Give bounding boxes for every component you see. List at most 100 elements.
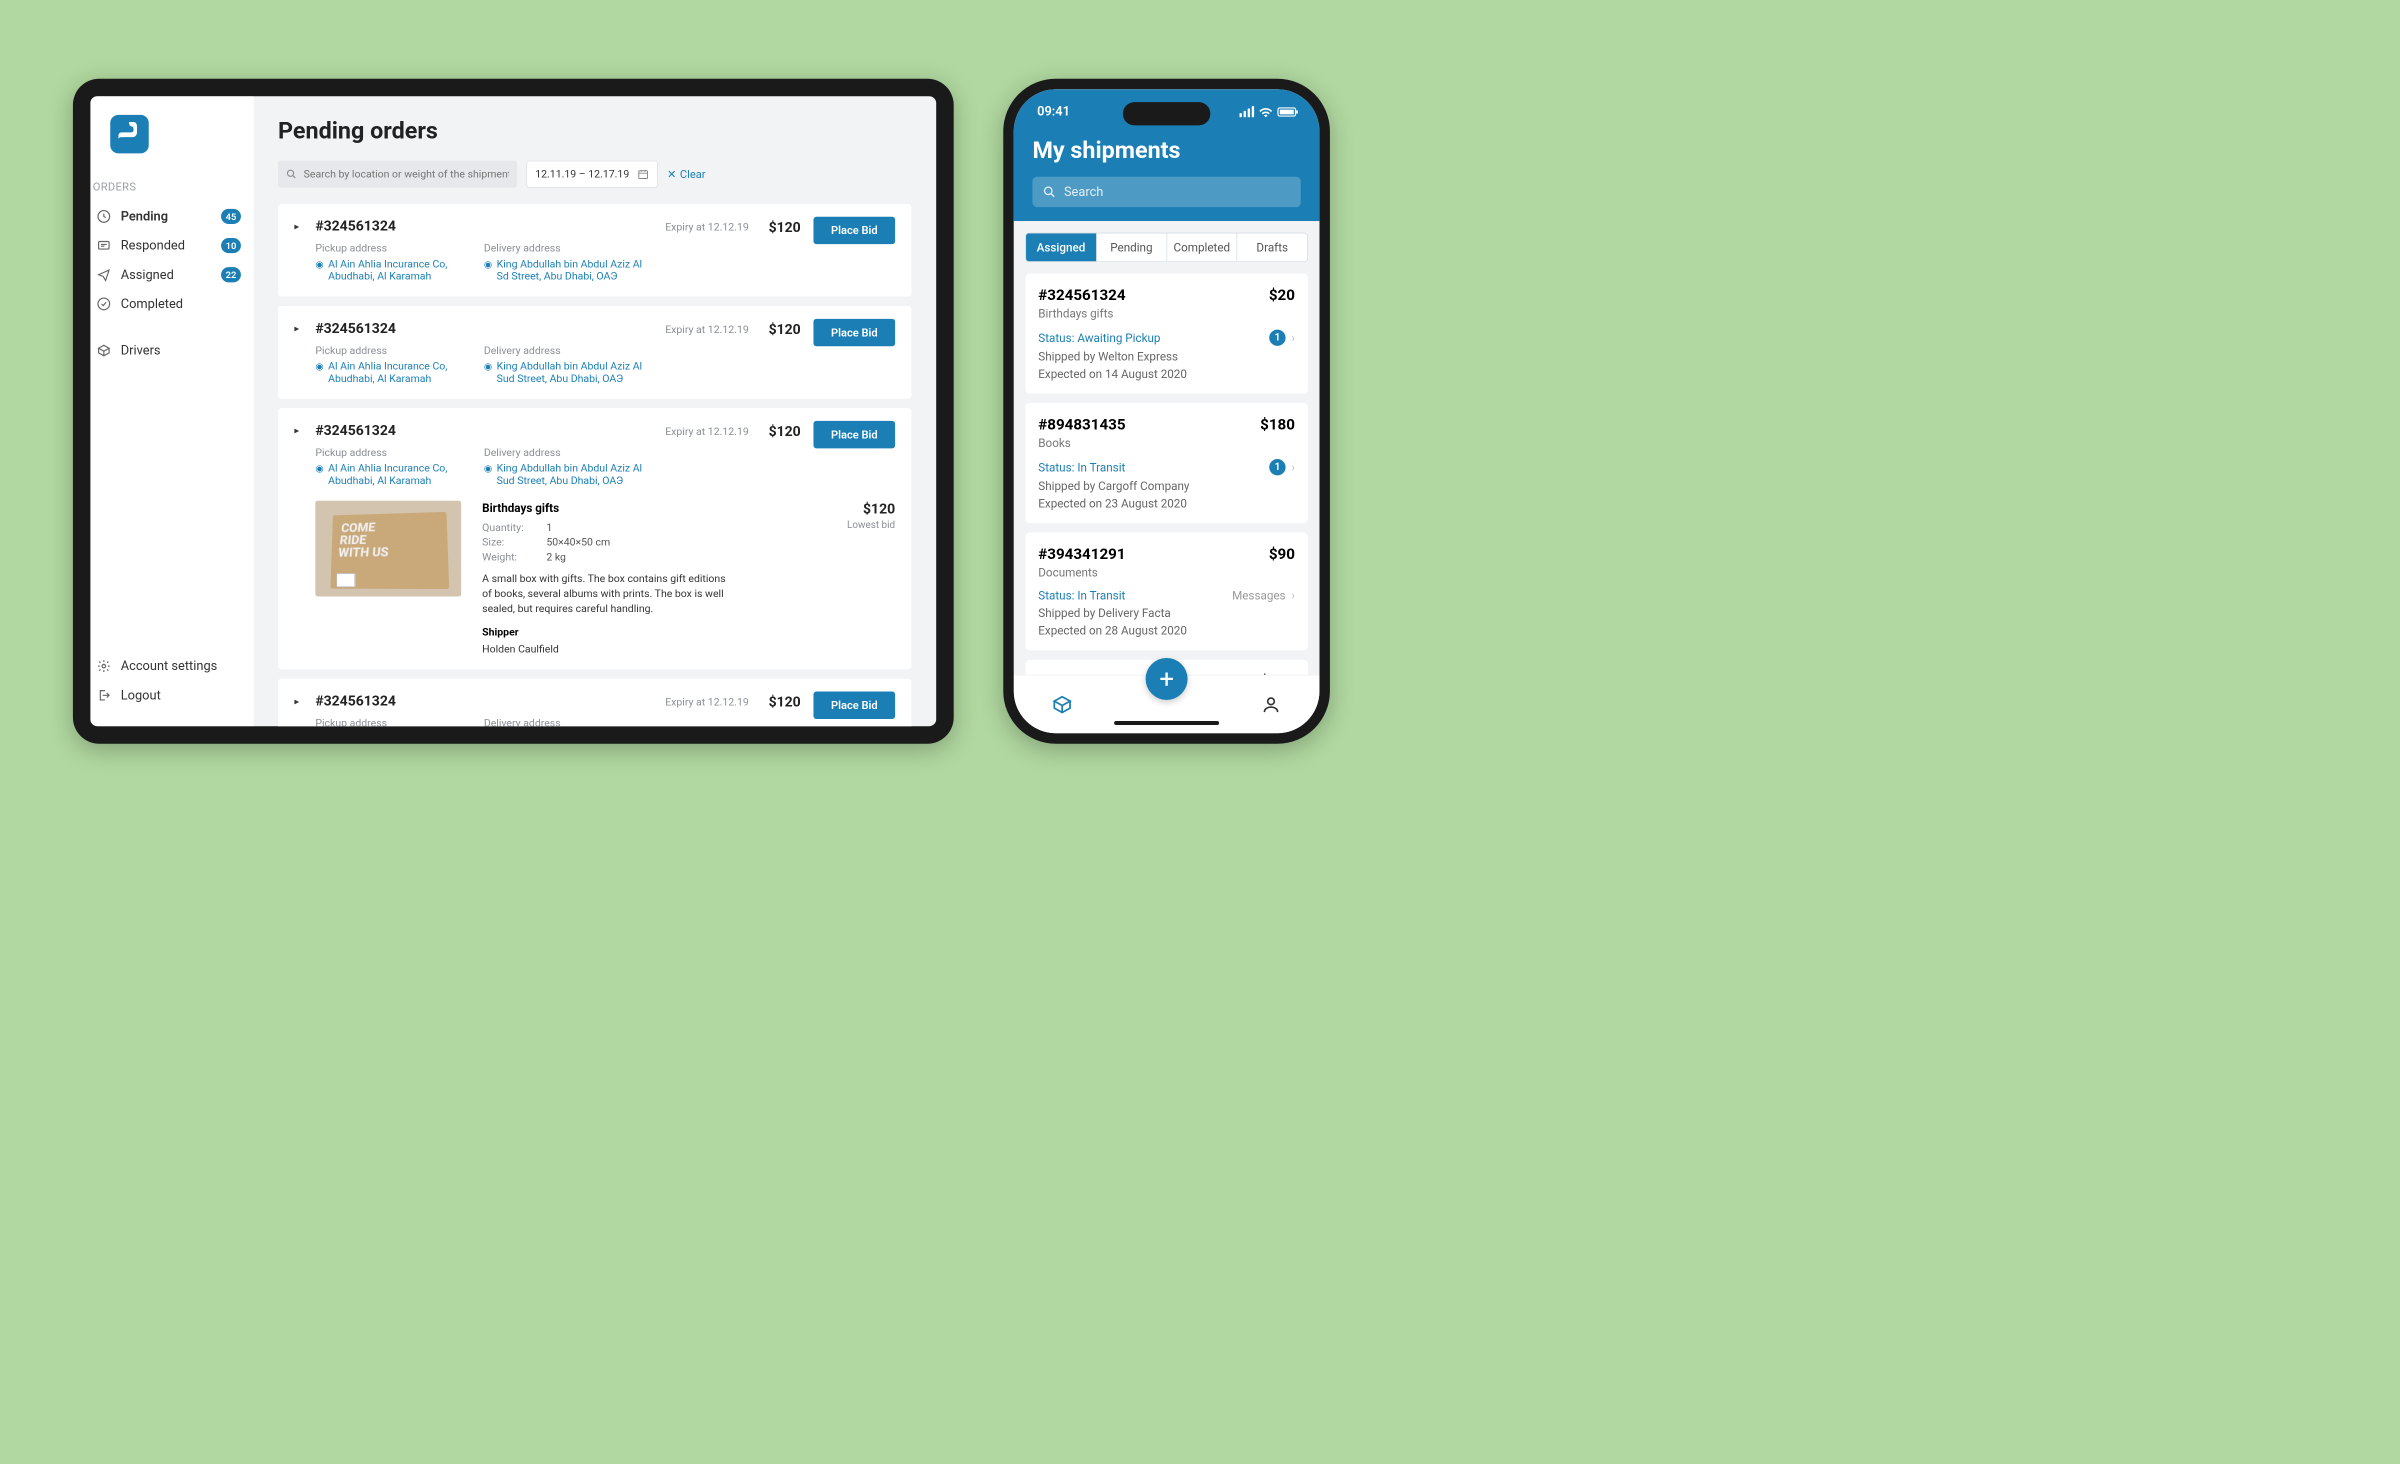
delivery-address[interactable]: ◉King Abdullah bin Abdul Aziz Al Sd Stre…	[484, 258, 653, 282]
search-icon	[286, 169, 296, 179]
search-box[interactable]	[278, 161, 517, 188]
pickup-label: Pickup address	[316, 243, 485, 255]
shipment-card[interactable]: #324561324$20 Birthdays gifts Status: Aw…	[1025, 274, 1307, 394]
home-indicator	[1114, 721, 1219, 725]
tab-completed[interactable]: Completed	[1167, 233, 1237, 261]
nav-shipments-icon[interactable]	[1049, 692, 1075, 718]
messages-label: Messages	[1232, 589, 1286, 603]
place-bid-button[interactable]: Place Bid	[814, 692, 896, 719]
shipment-eta: Expected on 28 August 2020	[1038, 624, 1295, 638]
pin-icon: ◉	[316, 360, 324, 384]
tab-pending[interactable]: Pending	[1096, 233, 1166, 261]
order-price: $120	[769, 423, 801, 439]
sidebar: ORDERS Pending 45 Responded 10 Assigned …	[90, 96, 253, 726]
pin-icon: ◉	[316, 258, 324, 282]
fab-add-button[interactable]: +	[1146, 658, 1188, 700]
message-icon	[96, 238, 111, 253]
expand-chevron-icon[interactable]: ▸	[295, 218, 303, 232]
detail-title: Birthdays gifts	[482, 501, 826, 515]
expand-chevron-icon[interactable]: ▸	[295, 320, 303, 334]
order-card: ▸ #324561324 Pickup address ◉Al Ain Ahli…	[278, 204, 911, 297]
order-price: $120	[769, 321, 801, 337]
sidebar-item-settings[interactable]: Account settings	[90, 652, 253, 681]
detail-price-sub: Lowest bid	[847, 520, 895, 532]
spec-label: Quantity:	[482, 522, 546, 534]
tab-assigned[interactable]: Assigned	[1026, 233, 1096, 261]
phone-search-input[interactable]	[1064, 185, 1290, 200]
order-id: #324561324	[316, 218, 653, 234]
calendar-icon	[638, 169, 650, 181]
tab-drafts[interactable]: Drafts	[1237, 233, 1307, 261]
shipment-subtitle: Books	[1038, 436, 1295, 450]
spec-row: Quantity:1	[482, 522, 826, 534]
sidebar-item-drivers[interactable]: Drivers	[90, 336, 253, 365]
detail-price: $120	[847, 501, 895, 517]
shipment-carrier: Shipped by Cargoff Company	[1038, 479, 1295, 493]
close-icon: ✕	[667, 168, 676, 181]
pickup-address[interactable]: ◉Al Ain Ahlia Incurance Co, Abudhabi, Al…	[316, 463, 485, 487]
order-id: #324561324	[316, 320, 653, 336]
message-badge: 1	[1269, 459, 1285, 475]
place-bid-button[interactable]: Place Bid	[814, 319, 896, 346]
nav-profile-icon[interactable]	[1258, 692, 1284, 718]
page-title: Pending orders	[278, 117, 911, 144]
sidebar-item-completed[interactable]: Completed	[90, 289, 253, 318]
order-expiry: Expiry at 12.12.19	[665, 426, 749, 438]
order-expiry: Expiry at 12.12.19	[665, 696, 749, 708]
delivery-address[interactable]: ◉King Abdullah bin Abdul Aziz Al Sud Str…	[484, 463, 653, 487]
send-icon	[96, 267, 111, 282]
place-bid-button[interactable]: Place Bid	[814, 421, 896, 448]
clear-button[interactable]: ✕ Clear	[667, 168, 705, 181]
pin-icon: ◉	[484, 463, 492, 487]
order-detail: Birthdays gifts Quantity:1Size:50×40×50 …	[295, 501, 896, 656]
phone-body: AssignedPendingCompletedDrafts #32456132…	[1014, 221, 1320, 675]
expand-chevron-icon[interactable]: ▸	[295, 693, 303, 707]
phone-search-box[interactable]	[1032, 177, 1300, 207]
sidebar-badge: 22	[221, 267, 241, 282]
nav-section-label: ORDERS	[90, 180, 253, 202]
shipment-card[interactable]: #394341291$90 Documents Status: In Trans…	[1025, 533, 1307, 651]
app-logo	[110, 115, 148, 153]
delivery-label: Delivery address	[484, 718, 653, 727]
sidebar-item-label: Completed	[121, 297, 183, 312]
delivery-label: Delivery address	[484, 243, 653, 255]
expand-chevron-icon[interactable]: ▸	[295, 422, 303, 436]
sidebar-item-assigned[interactable]: Assigned 22	[90, 260, 253, 289]
order-expiry: Expiry at 12.12.19	[665, 323, 749, 335]
sidebar-badge: 45	[221, 209, 241, 224]
pickup-address[interactable]: ◉Al Ain Ahlia Incurance Co, Abudhabi, Al…	[316, 258, 485, 282]
pickup-address[interactable]: ◉Al Ain Ahlia Incurance Co, Abudhabi, Al…	[316, 360, 485, 384]
search-input[interactable]	[304, 168, 509, 180]
order-price: $120	[769, 219, 801, 235]
pickup-label: Pickup address	[316, 718, 485, 727]
shipment-card[interactable]: #894831435$180 Books Status: In Transit1…	[1025, 403, 1307, 523]
chevron-right-icon: ›	[1291, 331, 1295, 345]
order-card: ▸ #324561324 Pickup address ◉Al Ain Ahli…	[278, 306, 911, 399]
check-circle-icon	[96, 296, 111, 311]
order-expiry: Expiry at 12.12.19	[665, 221, 749, 233]
wifi-icon	[1259, 106, 1273, 116]
spec-value: 50×40×50 cm	[547, 537, 611, 549]
delivery-address[interactable]: ◉King Abdullah bin Abdul Aziz Al Sud Str…	[484, 360, 653, 384]
sidebar-item-responded[interactable]: Responded 10	[90, 231, 253, 260]
chevron-right-icon: ›	[1291, 460, 1295, 474]
sidebar-item-label: Drivers	[121, 343, 161, 358]
pin-icon: ◉	[484, 258, 492, 282]
order-card: ▸ #324561324 Pickup address ◉Al Ain Ahli…	[278, 679, 911, 726]
sidebar-item-label: Account settings	[121, 659, 218, 674]
chevron-right-icon: ›	[1291, 589, 1295, 603]
spec-label: Weight:	[482, 551, 546, 563]
sidebar-badge: 10	[221, 238, 241, 253]
shipment-id: #394341291	[1038, 545, 1125, 562]
clear-label: Clear	[680, 168, 706, 181]
clock-icon	[96, 209, 111, 224]
logout-icon	[96, 688, 111, 703]
shipment-subtitle: Documents	[1038, 565, 1295, 579]
sidebar-item-pending[interactable]: Pending 45	[90, 202, 253, 231]
bottom-nav: +	[1014, 675, 1320, 733]
order-card: ▸ #324561324 Pickup address ◉Al Ain Ahli…	[278, 408, 911, 669]
date-range-picker[interactable]: 12.11.19 – 12.17.19	[527, 161, 658, 188]
place-bid-button[interactable]: Place Bid	[814, 217, 896, 244]
shipment-price: $20	[1269, 286, 1295, 303]
sidebar-item-logout[interactable]: Logout	[90, 681, 253, 710]
